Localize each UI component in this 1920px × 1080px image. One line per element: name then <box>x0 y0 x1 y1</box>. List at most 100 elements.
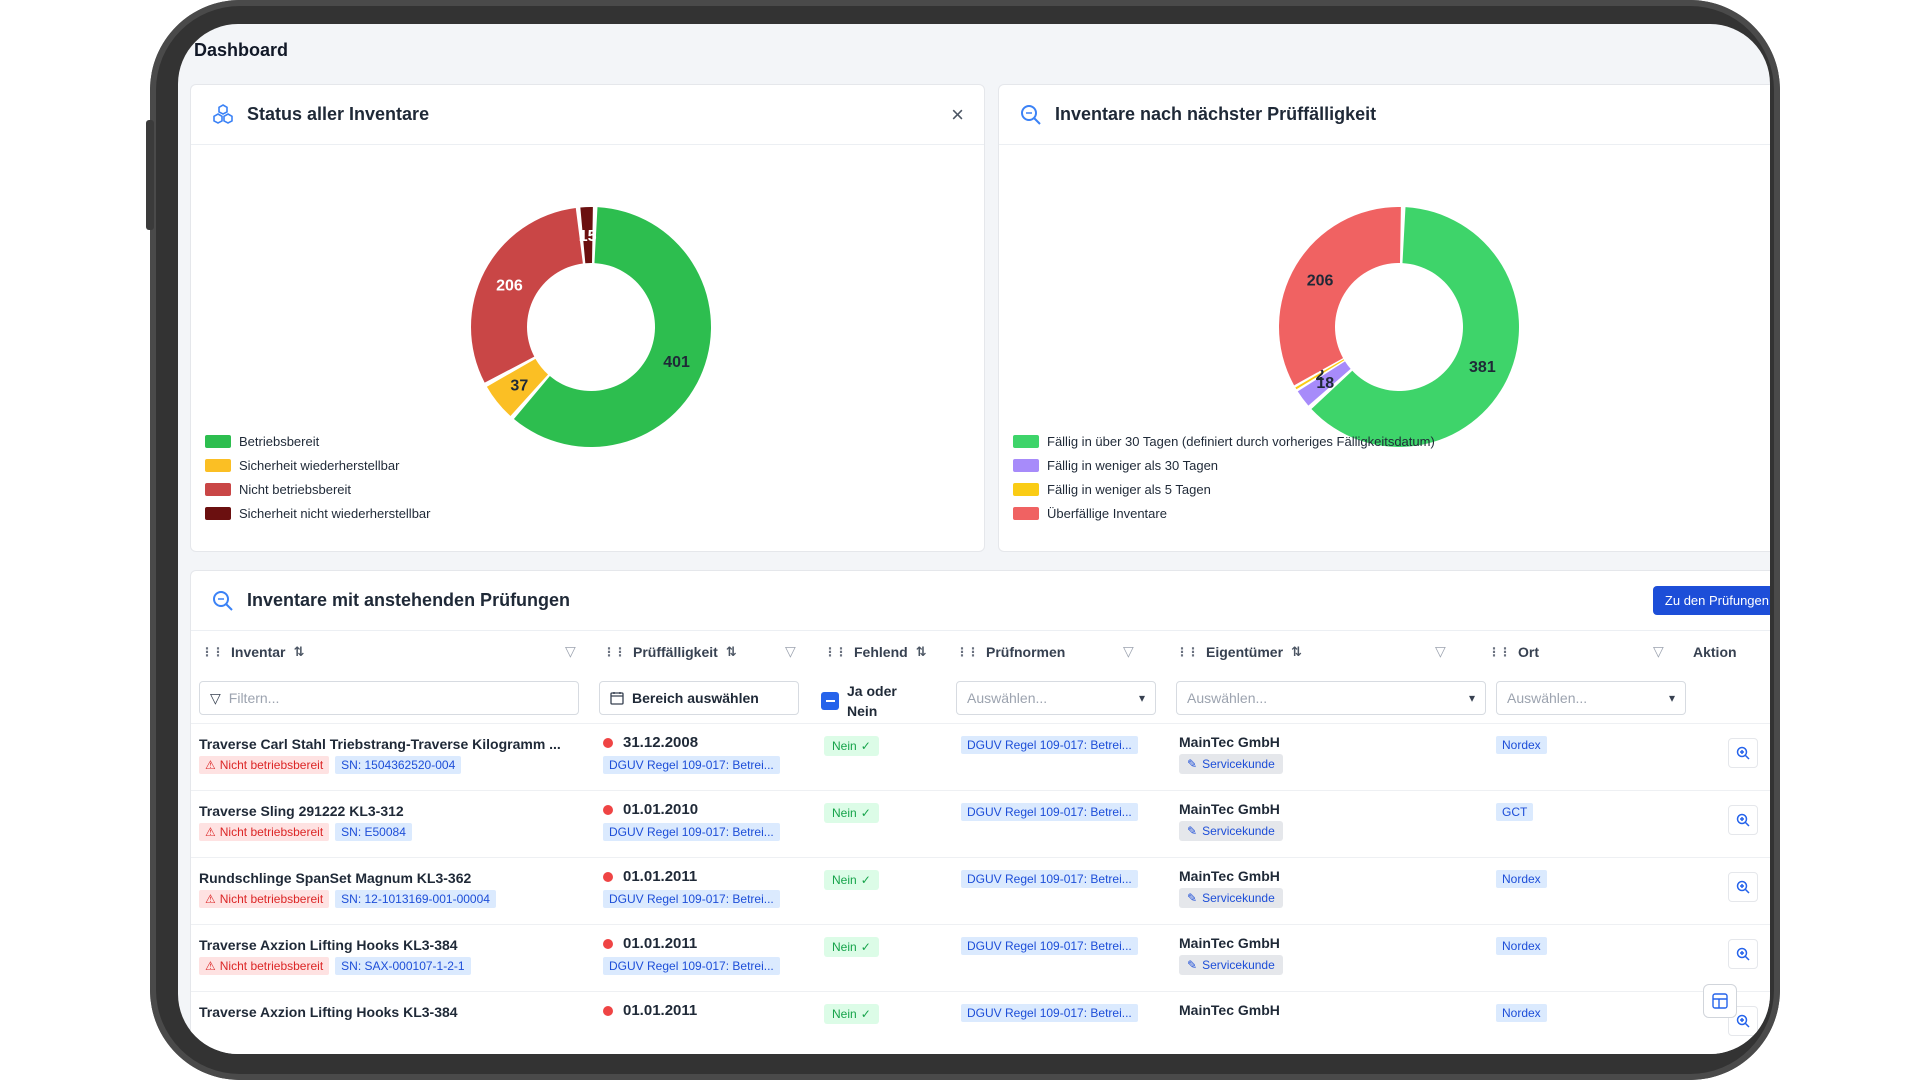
column-normen[interactable]: ⋮⋮ Prüfnormen <box>956 631 1065 673</box>
norm-cell: DGUV Regel 109-017: Betrei... <box>961 803 1138 821</box>
owner-name: MainTec GmbH <box>1179 1002 1280 1018</box>
drag-handle-icon[interactable]: ⋮⋮ <box>824 645 847 659</box>
due-date: 31.12.2008 <box>603 734 813 751</box>
ort-select[interactable]: Auswählen... ▾ <box>1496 681 1686 715</box>
inventar-cell: Rundschlinge SpanSet Magnum KL3-362 ⚠ Nic… <box>199 870 589 908</box>
filter-icon[interactable]: ▽ <box>785 643 796 660</box>
go-to-inspections-button[interactable]: Zu den Prüfungen <box>1652 586 1770 615</box>
norm-cell: DGUV Regel 109-017: Betrei... <box>961 937 1138 955</box>
sort-icon[interactable]: ⇅ <box>1291 644 1302 660</box>
pruef-cell: 01.01.2010 DGUV Regel 109-017: Betrei... <box>603 801 813 841</box>
table-row[interactable]: Traverse Carl Stahl Triebstrang-Traverse… <box>191 723 1770 790</box>
drag-handle-icon[interactable]: ⋮⋮ <box>201 645 224 659</box>
inventar-filter-placeholder: Filtern... <box>228 690 280 706</box>
legend-label: Sicherheit nicht wiederherstellbar <box>239 505 431 521</box>
view-button[interactable] <box>1728 738 1758 768</box>
table-card-header: Inventare mit anstehenden Prüfungen Zu d… <box>191 571 1770 631</box>
sort-icon[interactable]: ⇅ <box>916 644 927 660</box>
owner-tag-badge: ✎ Servicekunde <box>1179 888 1283 908</box>
tristate-checkbox[interactable] <box>821 692 839 710</box>
inventar-filter-input[interactable]: ▽ Filtern... <box>199 681 579 715</box>
owner-cell: MainTec GmbH ✎ Servicekunde <box>1179 734 1283 774</box>
zoom-icon <box>1736 813 1750 827</box>
owner-cell: MainTec GmbH ✎ Servicekunde <box>1179 801 1283 841</box>
legend-item[interactable]: Überfällige Inventare <box>1013 501 1435 525</box>
close-icon[interactable]: × <box>951 102 964 128</box>
inventar-name[interactable]: Traverse Axzion Lifting Hooks KL3-384 <box>199 937 589 953</box>
layout-toggle-button[interactable] <box>1703 984 1737 1018</box>
column-fehlend[interactable]: ⋮⋮ Fehlend ⇅ <box>824 631 927 673</box>
location-cell: Nordex <box>1496 736 1547 754</box>
norm-sub-badge: DGUV Regel 109-017: Betrei... <box>603 957 780 975</box>
donut-value-label: 401 <box>663 354 690 371</box>
normen-select[interactable]: Auswählen... ▾ <box>956 681 1156 715</box>
owner-select[interactable]: Auswählen... ▾ <box>1176 681 1486 715</box>
legend-item[interactable]: Fällig in weniger als 5 Tagen <box>1013 477 1435 501</box>
inventar-name[interactable]: Rundschlinge SpanSet Magnum KL3-362 <box>199 870 589 886</box>
table-row[interactable]: Rundschlinge SpanSet Magnum KL3-362 ⚠ Nic… <box>191 857 1770 924</box>
drag-handle-icon[interactable]: ⋮⋮ <box>1176 645 1199 659</box>
column-eigentuemer[interactable]: ⋮⋮ Eigentümer ⇅ <box>1176 631 1302 673</box>
inventar-name[interactable]: Traverse Carl Stahl Triebstrang-Traverse… <box>199 736 589 752</box>
owner-name: MainTec GmbH <box>1179 935 1280 951</box>
donut-slice[interactable] <box>1279 206 1401 386</box>
location-cell: Nordex <box>1496 937 1547 955</box>
legend-item[interactable]: Betriebsbereit <box>205 429 430 453</box>
column-pruef[interactable]: ⋮⋮ Prüffälligkeit ⇅ <box>603 631 737 673</box>
view-button[interactable] <box>1728 805 1758 835</box>
norm-badge: DGUV Regel 109-017: Betrei... <box>961 937 1138 955</box>
norm-cell: DGUV Regel 109-017: Betrei... <box>961 870 1138 888</box>
legend-item[interactable]: Sicherheit nicht wiederherstellbar <box>205 501 430 525</box>
filter-icon[interactable]: ▽ <box>1123 643 1134 660</box>
owner-name: MainTec GmbH <box>1179 801 1280 817</box>
filter-icon[interactable]: ▽ <box>1653 643 1664 660</box>
serial-number-badge: SN: 12-1013169-001-00004 <box>335 890 496 908</box>
legend-item[interactable]: Fällig in weniger als 30 Tagen <box>1013 453 1435 477</box>
status-badge: ⚠ Nicht betriebsbereit <box>199 957 330 975</box>
check-icon: ✓ <box>860 806 871 820</box>
donut-slice[interactable] <box>471 207 583 383</box>
drag-handle-icon[interactable]: ⋮⋮ <box>603 645 626 659</box>
search-icon <box>1021 104 1041 125</box>
owner-cell: MainTec GmbH ✎ Servicekunde <box>1179 868 1283 908</box>
serial-number-badge: SN: E50084 <box>335 823 412 841</box>
column-inventar[interactable]: ⋮⋮ Inventar ⇅ <box>201 631 304 673</box>
table-row[interactable]: Traverse Axzion Lifting Hooks KL3-384 ⚠ N… <box>191 924 1770 991</box>
status-badge: ⚠ Nicht betriebsbereit <box>199 890 330 908</box>
date-range-picker[interactable]: Bereich auswählen <box>599 681 799 715</box>
legend-item[interactable]: Fällig in über 30 Tagen (definiert durch… <box>1013 429 1435 453</box>
legend-swatch <box>205 458 231 472</box>
filter-icon[interactable]: ▽ <box>1435 643 1446 660</box>
inventar-name[interactable]: Traverse Sling 291222 KL3-312 <box>199 803 589 819</box>
view-button[interactable] <box>1728 872 1758 902</box>
missing-badge: Nein ✓ <box>824 1004 879 1024</box>
view-button[interactable] <box>1728 939 1758 969</box>
drag-handle-icon[interactable]: ⋮⋮ <box>956 645 979 659</box>
overdue-dot <box>603 1005 613 1016</box>
table-row[interactable]: Traverse Sling 291222 KL3-312 ⚠ Nicht bet… <box>191 790 1770 857</box>
sort-icon[interactable]: ⇅ <box>293 644 304 660</box>
donut-value-label: 206 <box>1307 273 1334 290</box>
ort-select-placeholder: Auswählen... <box>1507 690 1588 706</box>
action-cell <box>1728 738 1758 768</box>
legend-item[interactable]: Sicherheit wiederherstellbar <box>205 453 430 477</box>
legend-item[interactable]: Nicht betriebsbereit <box>205 477 430 501</box>
missing-tristate-filter[interactable]: Ja oder Nein <box>821 681 897 721</box>
location-cell: Nordex <box>1496 1004 1547 1022</box>
due-date-value: 01.01.2011 <box>623 1002 698 1019</box>
inventar-name[interactable]: Traverse Axzion Lifting Hooks KL3-384 <box>199 1004 589 1020</box>
missing-value: Nein <box>832 873 857 887</box>
column-fehlend-label: Fehlend <box>854 644 908 660</box>
sort-icon[interactable]: ⇅ <box>726 644 737 660</box>
inventar-badges: ⚠ Nicht betriebsbereit SN: E50084 <box>199 823 589 841</box>
column-ort[interactable]: ⋮⋮ Ort <box>1488 631 1539 673</box>
zoom-icon <box>1736 1014 1750 1028</box>
overdue-dot <box>603 737 613 748</box>
filter-icon[interactable]: ▽ <box>565 643 576 660</box>
table-row[interactable]: Traverse Axzion Lifting Hooks KL3-384 01… <box>191 991 1770 1054</box>
warning-icon: ⚠ <box>205 959 216 973</box>
pruef-cell: 01.01.2011 DGUV Regel 109-017: Betrei... <box>603 868 813 908</box>
drag-handle-icon[interactable]: ⋮⋮ <box>1488 645 1511 659</box>
inventar-badges: ⚠ Nicht betriebsbereit SN: 12-1013169-001… <box>199 890 589 908</box>
owner-tag-label: Servicekunde <box>1202 824 1275 838</box>
